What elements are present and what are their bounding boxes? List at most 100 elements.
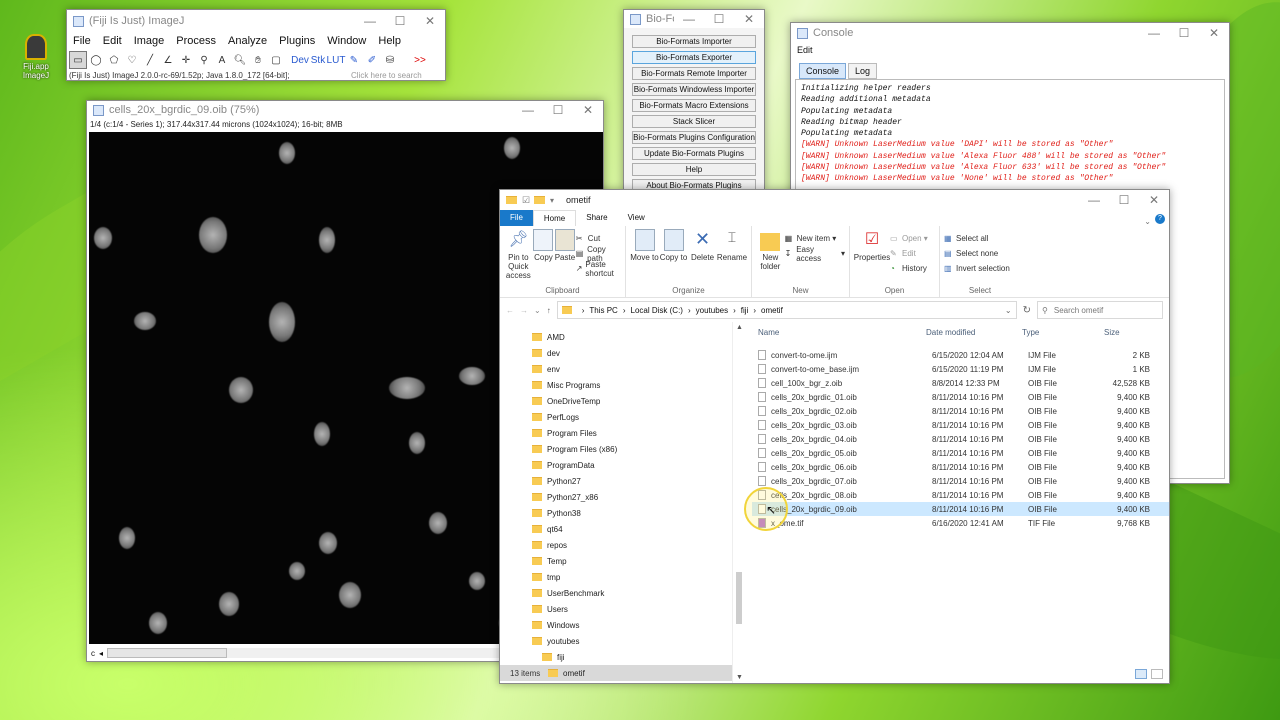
hand-tool-icon[interactable]: ✋︎ [249,51,267,69]
breadcrumb-item[interactable]: ometif [761,306,783,315]
copy-to-button[interactable]: Copy to [659,229,688,294]
bioformats-button[interactable]: Bio-Formats Exporter [632,51,756,64]
zoom-tool-icon[interactable]: 🔍︎ [231,51,249,69]
tree-item[interactable]: OneDriveTemp [532,393,732,409]
column-date[interactable]: Date modified [926,328,1022,337]
lut-tool[interactable]: LUT [327,51,346,69]
column-size[interactable]: Size [1104,328,1144,337]
bioformats-button[interactable]: Update Bio-Formats Plugins [632,147,756,160]
tree-item[interactable]: Program Files [532,425,732,441]
bioformats-button[interactable]: Help [632,163,756,176]
file-row[interactable]: cells_20x_bgrdic_07.oib 8/11/2014 10:16 P… [752,474,1169,488]
details-view-icon[interactable] [1135,669,1147,679]
point-tool-icon[interactable]: ✛ [177,51,195,69]
flood-fill-icon[interactable]: ⛁ [381,51,399,69]
new-folder-button[interactable]: New folder [756,229,785,294]
large-icons-view-icon[interactable] [1151,669,1163,679]
tree-item[interactable]: Users [532,601,732,617]
help-icon[interactable]: ? [1155,214,1165,224]
imagej-titlebar[interactable]: (Fiji Is Just) ImageJ — ☐ ✕ [67,10,445,32]
pencil-tool-icon[interactable]: ✎ [345,51,363,69]
file-row[interactable]: convert-to-ome_base.ijm 6/15/2020 11:19 P… [752,362,1169,376]
copy-button[interactable]: Copy [533,229,555,294]
file-row[interactable]: cells_20x_bgrdic_01.oib 8/11/2014 10:16 P… [752,390,1169,404]
menu-process[interactable]: Process [170,35,222,47]
minimize-icon[interactable]: — [355,14,385,28]
properties-button[interactable]: ☑ Properties [854,229,890,294]
close-icon[interactable]: ✕ [734,12,764,26]
file-row[interactable]: cells_20x_bgrdic_06.oib 8/11/2014 10:16 P… [752,460,1169,474]
bioformats-button[interactable]: Bio-Formats Plugins Configuration [632,131,756,144]
tree-item[interactable]: UserBenchmark [532,585,732,601]
search-field[interactable]: Click here to search [351,71,443,80]
tree-item[interactable]: dev [532,345,732,361]
tree-item[interactable]: qt64 [532,521,732,537]
breadcrumb[interactable]: › This PC › Local Disk (C:) › youtubes › fi… [556,301,1017,319]
desktop-icon-fiji[interactable]: Fiji.app ImageJ [14,34,58,80]
menu-window[interactable]: Window [321,35,372,47]
column-type[interactable]: Type [1022,328,1104,337]
breadcrumb-item[interactable]: Local Disk (C:) [631,306,683,315]
close-icon[interactable]: ✕ [1139,193,1169,207]
maximize-icon[interactable]: ☐ [1169,26,1199,40]
tab-log[interactable]: Log [848,63,878,79]
minimize-icon[interactable]: — [1079,193,1109,207]
tab-home[interactable]: Home [532,210,577,226]
bioformats-button[interactable]: Bio-Formats Windowless Importer [632,83,756,96]
menu-edit[interactable]: Edit [97,35,128,47]
breadcrumb-item[interactable]: fiji [741,306,749,315]
file-row[interactable]: cells_20x_bgrdic_04.oib 8/11/2014 10:16 P… [752,432,1169,446]
column-name[interactable]: Name [752,328,926,337]
tree-item[interactable]: tmp [532,569,732,585]
brush-tool-icon[interactable]: ✐ [363,51,381,69]
open-button[interactable]: ▭ Open ▾ [890,231,928,246]
select-none-button[interactable]: ▤ Select none [944,246,1010,261]
bioformats-button[interactable]: Bio-Formats Remote Importer [632,67,756,80]
minimize-icon[interactable]: — [674,12,704,26]
delete-button[interactable]: ✕ Delete [688,229,717,294]
menu-image[interactable]: Image [128,35,171,47]
tree-item[interactable]: fiji [532,649,732,665]
tree-item[interactable]: repos [532,537,732,553]
dropper-tool-icon[interactable]: ▢ [267,51,285,69]
select-all-button[interactable]: ▦ Select all [944,231,1010,246]
menu-file[interactable]: File [67,35,97,47]
scroll-thumb[interactable] [736,572,742,624]
recent-dropdown-icon[interactable]: ⌄ [534,306,541,315]
polygon-tool-icon[interactable]: ⬠ [105,51,123,69]
navigation-pane[interactable]: AMD dev env Misc Programs OneDriveTemp PerfLo… [500,322,732,683]
tree-item[interactable]: AMD [532,329,732,345]
bioformats-titlebar[interactable]: Bio-Fo...—☐✕ [624,10,764,28]
menu-analyze[interactable]: Analyze [222,35,273,47]
file-row[interactable]: cells_20x_bgrdic_02.oib 8/11/2014 10:16 P… [752,404,1169,418]
tree-item[interactable]: Windows [532,617,732,633]
tab-view[interactable]: View [618,210,655,226]
bioformats-button[interactable]: Bio-Formats Importer [632,35,756,48]
line-tool-icon[interactable]: ╱ [141,51,159,69]
file-row[interactable]: x_ome.tif 6/16/2020 12:41 AM TIF File 9,768… [752,516,1169,530]
close-icon[interactable]: ✕ [1199,26,1229,40]
file-row[interactable]: cells_20x_bgrdic_03.oib 8/11/2014 10:16 P… [752,418,1169,432]
maximize-icon[interactable]: ☐ [385,14,415,28]
chevron-down-icon[interactable]: ⌄ [1005,306,1012,315]
file-row[interactable]: cell_100x_bgr_z.oib 8/8/2014 12:33 PM OIB … [752,376,1169,390]
history-button[interactable]: ◔ History [890,261,928,276]
scroll-down-icon[interactable]: ▼ [736,674,743,681]
minimize-icon[interactable]: — [1139,26,1169,40]
more-tools-button[interactable]: >> [411,51,429,69]
invert-selection-button[interactable]: ▥ Invert selection [944,261,1010,276]
quick-access-icon[interactable]: ☑ [522,195,534,206]
tree-item[interactable]: Python38 [532,505,732,521]
forward-arrow-icon[interactable]: → [520,306,528,315]
bioformats-button[interactable]: Stack Slicer [632,115,756,128]
up-arrow-icon[interactable]: ↑ [547,306,551,315]
tree-item[interactable]: Program Files (x86) [532,441,732,457]
close-icon[interactable]: ✕ [573,103,603,117]
rectangle-tool-icon[interactable]: ▭ [69,51,87,69]
tree-item[interactable]: Python27_x86 [532,489,732,505]
nav-scrollbar[interactable]: ▲ ▼ [732,322,744,683]
text-tool-icon[interactable]: A [213,51,231,69]
pin-quick-access-button[interactable]: 📌︎ Pin to Quick access [504,229,533,294]
file-row[interactable]: convert-to-ome.ijm 6/15/2020 12:04 AM IJM … [752,348,1169,362]
stk-tool[interactable]: Stk [309,51,327,69]
